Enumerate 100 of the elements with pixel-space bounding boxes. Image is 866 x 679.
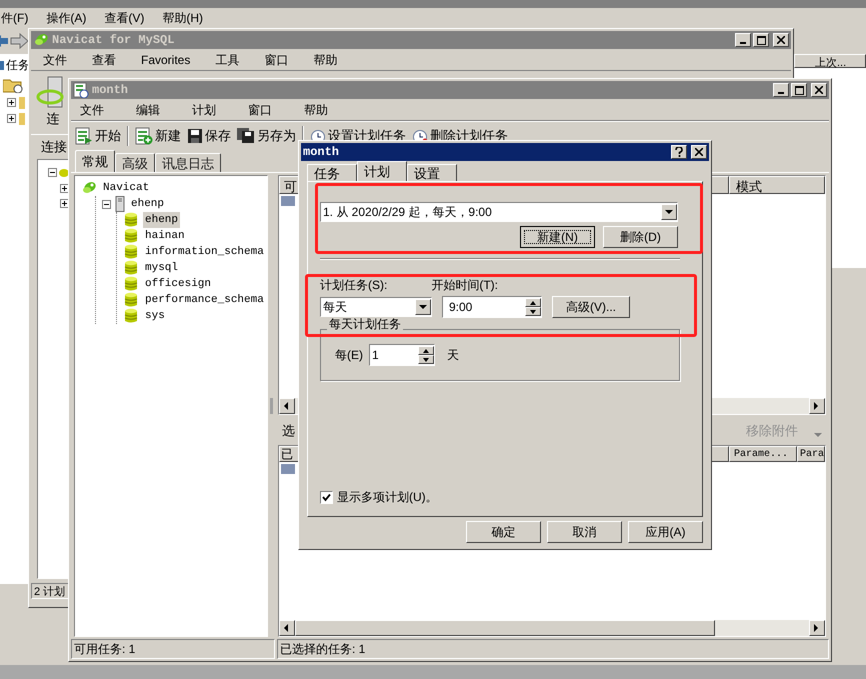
database-icon <box>123 276 139 292</box>
connection-icon <box>59 166 69 178</box>
field-label: 每(E) <box>335 347 363 364</box>
folder-clock-icon <box>3 77 25 93</box>
task-icon <box>281 196 295 206</box>
tree-item[interactable]: hainan <box>143 228 187 244</box>
column-header[interactable]: 上次... <box>794 54 866 68</box>
tree-item[interactable]: Navicat <box>101 180 152 196</box>
logo-icon <box>81 180 97 196</box>
menu-item[interactable]: 查看 <box>80 50 128 68</box>
field-label: 计划任务(S): <box>320 277 388 294</box>
close-icon <box>815 86 823 94</box>
expand-icon[interactable] <box>7 114 16 123</box>
menu-item[interactable]: 窗口 <box>252 50 300 68</box>
toolbar-button[interactable]: 新建 <box>135 126 181 146</box>
expand-icon[interactable] <box>7 98 16 107</box>
menu-item[interactable]: 件(F) <box>0 9 38 27</box>
tab[interactable]: 设置 <box>407 164 457 181</box>
maximize-button[interactable] <box>753 33 769 47</box>
toolbar-button[interactable]: 开始 <box>75 126 121 146</box>
maximize-icon <box>794 86 804 94</box>
toolbar-label: 连 <box>46 110 60 128</box>
server-icon <box>115 196 125 212</box>
unit-label: 天 <box>447 347 459 364</box>
close-icon <box>695 148 703 156</box>
delete-button[interactable]: 删除(D) <box>603 226 678 248</box>
database-icon <box>123 212 139 228</box>
scroll-left-button[interactable] <box>279 620 295 636</box>
window-title: Navicat for MySQL <box>52 32 174 49</box>
help-icon <box>675 147 683 157</box>
close-button[interactable] <box>811 83 827 97</box>
maximize-button[interactable] <box>791 83 807 97</box>
menu-item[interactable]: 帮助 <box>295 100 337 118</box>
tree-item[interactable]: officesign <box>143 276 214 292</box>
menu-item[interactable]: 计划 <box>183 100 225 118</box>
group-title: 每天计划任务 <box>327 317 403 331</box>
menu-item[interactable]: 帮助 <box>301 50 350 68</box>
tab[interactable]: 任务 <box>307 164 357 181</box>
menu-item[interactable]: 文件 <box>31 50 79 68</box>
logo-icon <box>33 32 49 48</box>
menu-item[interactable]: Favorites <box>129 50 202 68</box>
checkmark-icon <box>322 492 331 502</box>
minimize-button[interactable] <box>735 33 751 47</box>
floppy-icon <box>187 128 203 144</box>
database-icon <box>123 244 139 260</box>
play-list-icon <box>75 126 93 144</box>
close-button[interactable] <box>773 33 789 47</box>
tree-item[interactable]: ehenp <box>143 212 180 228</box>
dialog-button[interactable]: 应用(A) <box>628 521 703 543</box>
menu-item[interactable]: 操作(A) <box>37 9 96 27</box>
close-button[interactable] <box>691 145 707 159</box>
scroll-right-button[interactable] <box>809 620 825 636</box>
dialog-button[interactable]: 取消 <box>547 521 622 543</box>
toolbar-button[interactable]: 另存为 <box>237 126 296 146</box>
tab[interactable]: 计划 <box>357 161 407 181</box>
dialog-button[interactable]: 确定 <box>466 521 541 543</box>
tree-item[interactable]: ehenp <box>129 196 166 212</box>
maximize-icon <box>756 36 766 44</box>
window-title: month <box>303 144 340 161</box>
checkbox[interactable] <box>320 490 333 504</box>
scroll-thumb[interactable] <box>295 620 715 636</box>
status-text: 可用任务: 1 <box>71 639 275 659</box>
tab[interactable]: 高级 <box>115 153 155 172</box>
dropdown-caret-icon[interactable] <box>814 432 822 438</box>
tab[interactable]: 常规 <box>75 150 115 172</box>
tree-item[interactable]: mysql <box>143 260 180 276</box>
collapse-icon[interactable] <box>48 168 57 176</box>
pane-header: 连接 <box>40 138 68 156</box>
forward-arrow-icon[interactable] <box>10 33 28 49</box>
scroll-right-button[interactable] <box>809 398 825 414</box>
menu-item[interactable]: 文件 <box>71 100 113 118</box>
menu-item[interactable]: 帮助(H) <box>153 9 212 27</box>
task-icon <box>281 464 295 474</box>
checkbox-label: 显示多项计划(U)。 <box>337 489 438 506</box>
advanced-button[interactable]: 高级(V)... <box>552 296 630 318</box>
collapse-icon[interactable] <box>102 200 111 208</box>
toolbar-button[interactable]: 保存 <box>187 126 231 146</box>
new-button[interactable]: 新建(N) <box>520 226 595 248</box>
scroll-left-button[interactable] <box>279 398 295 414</box>
menu-item[interactable]: 工具 <box>203 50 252 68</box>
schedule-icon <box>73 82 89 98</box>
tree-item[interactable]: performance_schema <box>143 292 266 308</box>
menu-item[interactable]: 查看(V) <box>95 9 154 27</box>
new-list-icon <box>135 126 153 144</box>
menu-item[interactable]: 编辑 <box>127 100 169 118</box>
column-header[interactable]: Parame... <box>729 446 797 462</box>
column-header[interactable]: Para <box>797 446 825 462</box>
minimize-button[interactable] <box>773 83 789 97</box>
splitter-handle[interactable] <box>270 398 273 414</box>
tree-item[interactable]: 任务 <box>6 56 30 74</box>
help-button[interactable] <box>671 145 687 159</box>
column-header[interactable]: 模式 <box>729 176 825 194</box>
tab[interactable]: 讯息日志 <box>155 153 221 172</box>
database-icon <box>123 228 139 244</box>
menu-item[interactable]: 窗口 <box>239 100 281 118</box>
tree-item[interactable]: sys <box>143 308 167 324</box>
window-title: month <box>92 82 128 99</box>
tree-item[interactable]: information_schema <box>143 244 266 260</box>
database-icon <box>123 260 139 276</box>
database-icon <box>123 308 139 324</box>
